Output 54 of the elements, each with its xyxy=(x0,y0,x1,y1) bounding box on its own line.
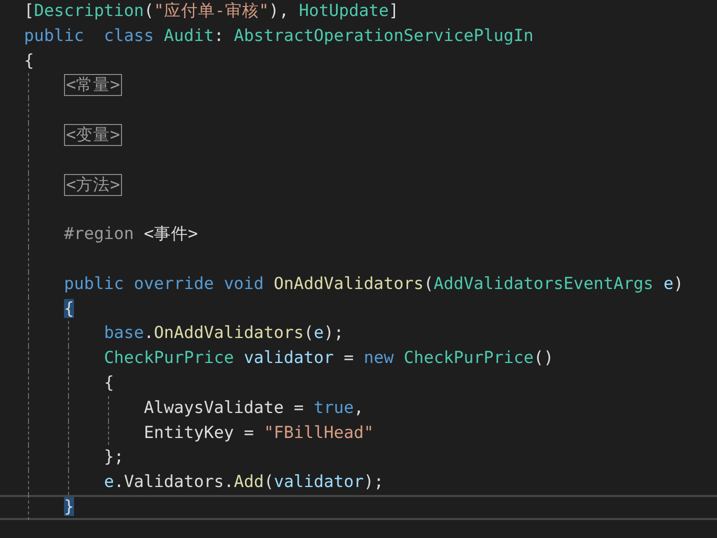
code-punctuation: ( xyxy=(304,323,314,342)
collapsed-region[interactable]: <方法> xyxy=(64,174,122,196)
code-punctuation: : xyxy=(214,26,224,45)
variable-name: e xyxy=(314,323,324,342)
code-punctuation: () xyxy=(534,348,554,368)
string-literal: "FBillHead" xyxy=(264,422,374,442)
code-punctuation: ( xyxy=(424,274,434,293)
code-punctuation: . xyxy=(114,472,124,492)
code-punctuation: ( xyxy=(144,1,154,20)
method-name: OnAddValidators xyxy=(274,274,424,293)
code-keyword: true xyxy=(314,398,354,417)
collapsed-region[interactable]: <常量> xyxy=(64,74,122,96)
code-text: AlwaysValidate xyxy=(144,398,284,417)
code-punctuation: ); xyxy=(324,323,344,342)
code-punctuation: [ xyxy=(24,1,34,20)
code-keyword: public override void xyxy=(64,274,264,293)
variable-name: validator xyxy=(244,348,334,368)
code-text: <事件> xyxy=(144,224,198,244)
code-punctuation: ), xyxy=(268,1,290,20)
variable-name: e xyxy=(104,472,114,492)
type-name: HotUpdate xyxy=(298,1,389,20)
code-punctuation: ] xyxy=(388,1,399,20)
code-keyword: base xyxy=(104,323,144,342)
type-name: AbstractOperationServicePlugIn xyxy=(234,26,534,45)
type-name: CheckPurPrice xyxy=(404,348,534,368)
code-punctuation: } xyxy=(64,496,74,516)
code-punctuation: = xyxy=(294,398,304,417)
code-punctuation: = xyxy=(344,348,354,368)
variable-name: validator xyxy=(274,472,364,492)
code-punctuation: { xyxy=(24,50,34,70)
string-literal: "应付单-审核" xyxy=(154,1,269,20)
type-name: Description xyxy=(34,1,144,20)
code-punctuation: }; xyxy=(104,447,124,466)
code-keyword: public class xyxy=(24,26,154,45)
code-punctuation: = xyxy=(244,422,254,442)
code-text: EntityKey xyxy=(144,422,234,442)
code-keyword: new xyxy=(364,348,394,368)
code-punctuation: . xyxy=(144,323,154,342)
preprocessor-directive: #region xyxy=(64,224,134,244)
method-name: OnAddValidators xyxy=(154,323,304,342)
code-punctuation: { xyxy=(104,372,114,392)
code-punctuation: , xyxy=(354,398,364,417)
code-punctuation: . xyxy=(224,472,234,492)
variable-name: e xyxy=(663,274,674,293)
type-name: CheckPurPrice xyxy=(104,348,234,368)
code-punctuation: ) xyxy=(673,274,684,293)
method-name: Add xyxy=(234,472,264,492)
code-punctuation: { xyxy=(64,298,74,318)
type-name: Audit xyxy=(164,26,214,45)
collapsed-region[interactable]: <变量> xyxy=(64,124,122,146)
code-punctuation: ( xyxy=(264,472,274,492)
type-name: AddValidatorsEventArgs xyxy=(434,274,654,293)
code-punctuation: ); xyxy=(364,472,384,492)
code-text: Validators xyxy=(124,472,224,492)
